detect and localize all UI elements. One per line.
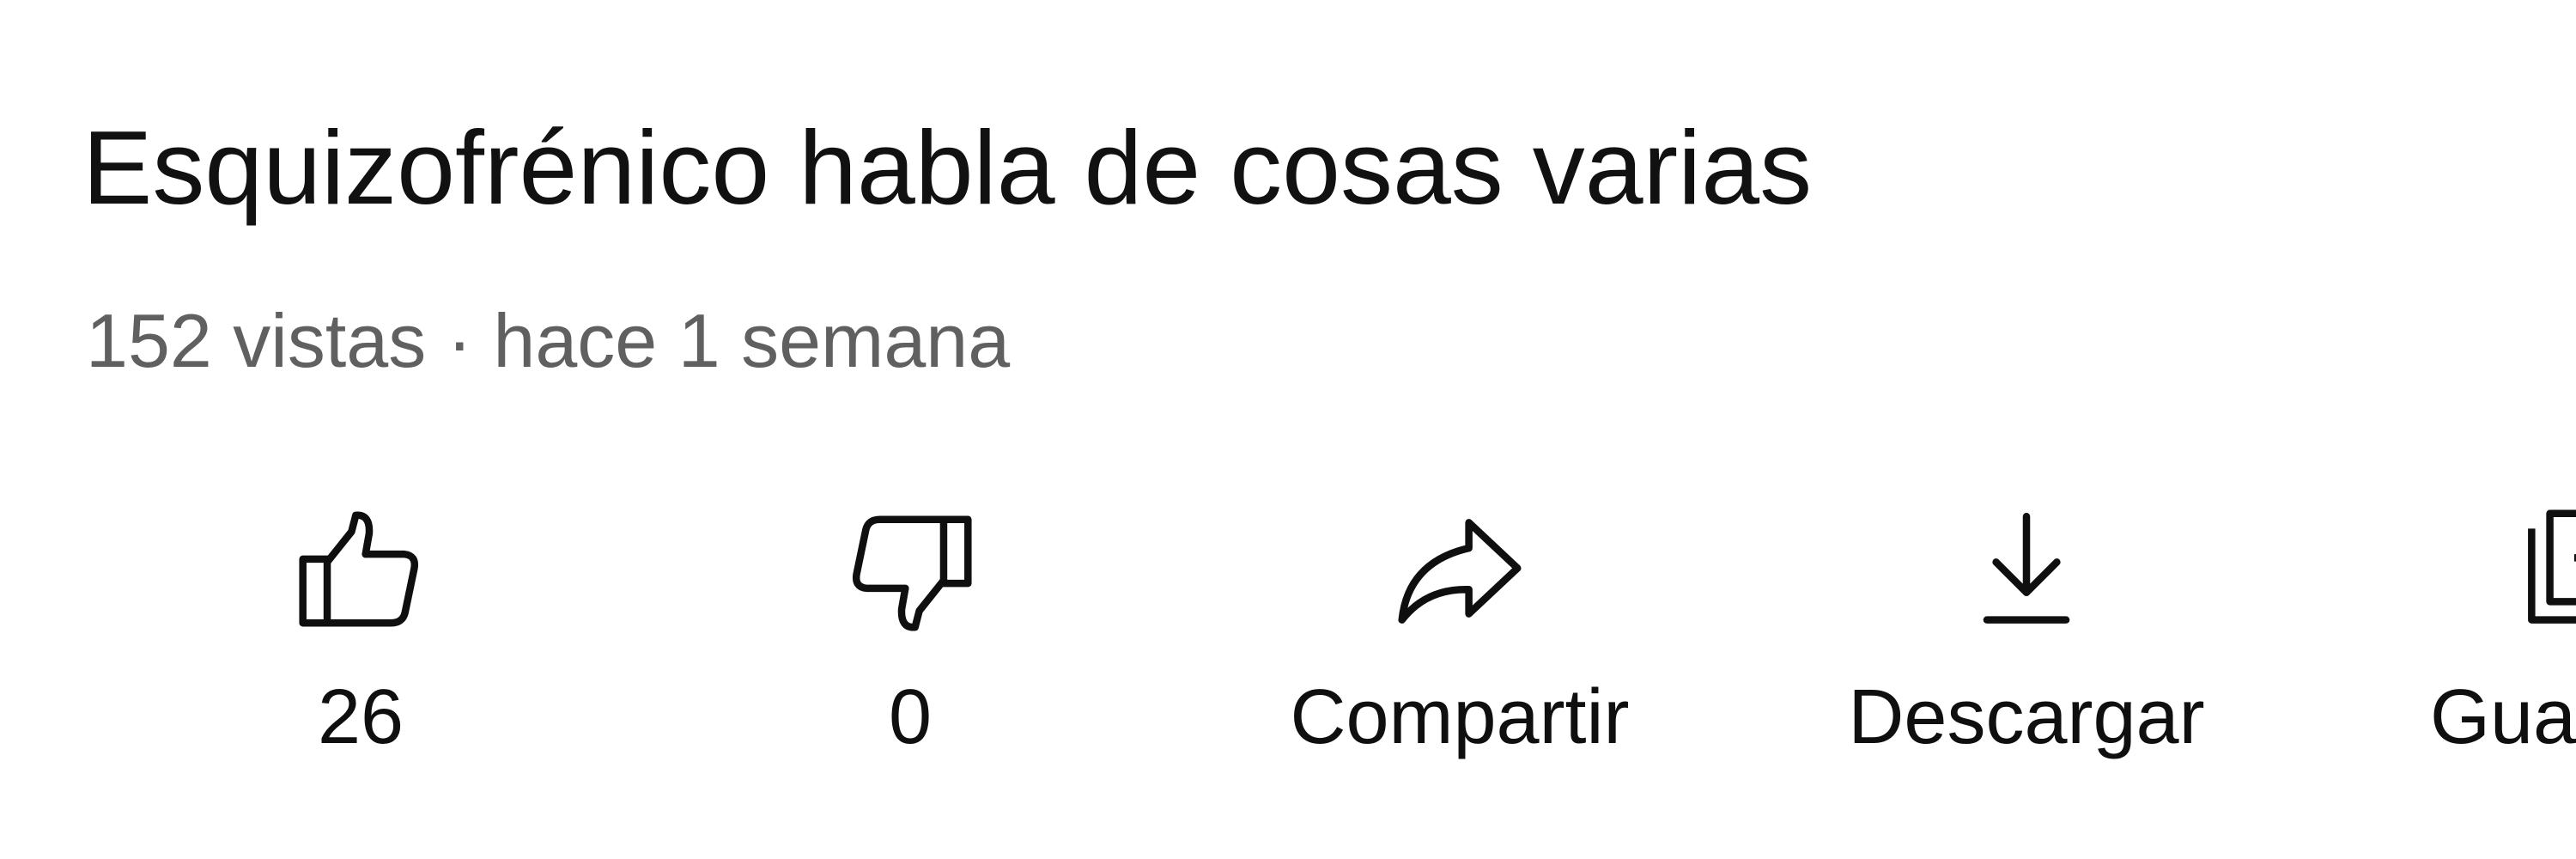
- like-button[interactable]: 26: [275, 481, 447, 790]
- thumbs-down-icon: [837, 498, 983, 644]
- dislike-button[interactable]: 0: [824, 481, 996, 790]
- video-meta: 152 vistas · hace 1 semana: [86, 298, 1011, 383]
- save-button[interactable]: Gua: [2421, 481, 2576, 790]
- download-label: Descargar: [1848, 674, 2205, 760]
- dislike-count: 0: [888, 674, 933, 760]
- video-title: Esquizofrénico habla de cosas varias: [82, 109, 1813, 226]
- download-icon: [1953, 498, 2099, 644]
- share-arrow-icon: [1387, 498, 1533, 644]
- playlist-add-icon: [2507, 498, 2576, 644]
- thumbs-up-icon: [288, 498, 434, 644]
- action-bar: 26 0 Compartir Descargar Gua: [0, 481, 2576, 790]
- share-button[interactable]: Compartir: [1271, 481, 1649, 790]
- download-button[interactable]: Descargar: [1820, 481, 2233, 790]
- share-label: Compartir: [1290, 674, 1630, 760]
- like-count: 26: [317, 674, 404, 760]
- save-label: Gua: [2430, 674, 2576, 760]
